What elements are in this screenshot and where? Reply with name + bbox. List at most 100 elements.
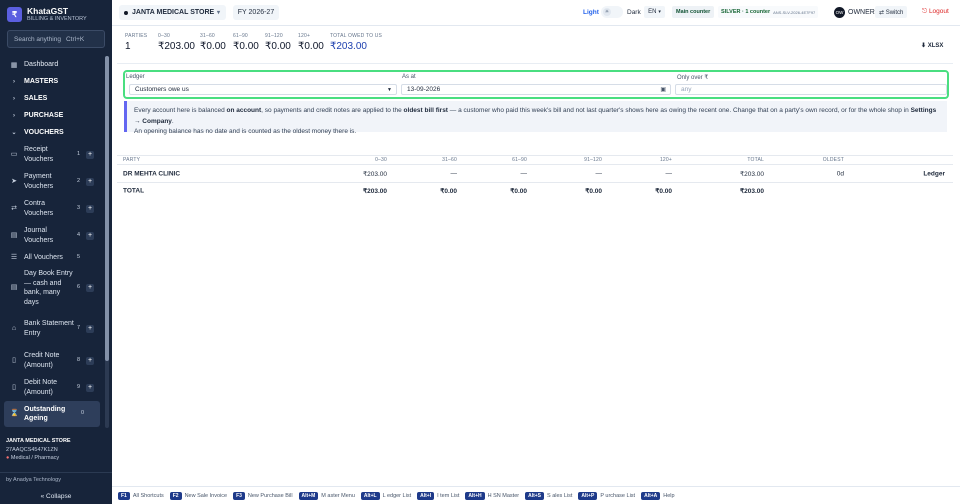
shortcut-new-sale[interactable]: F2 New Sale Invoice	[169, 491, 227, 500]
summary-strip: PARTIES 1 0–30 ₹203.00 31–60 ₹0.00 61–90…	[117, 33, 953, 59]
add-day-book-button[interactable]: +	[86, 284, 94, 292]
language-selector[interactable]: EN ▾	[644, 6, 665, 18]
sidebar: ₹ KhataGST BILLING & INVENTORY Search an…	[0, 0, 112, 504]
store-selector[interactable]: JANTA MEDICAL STORE ▾	[119, 5, 226, 20]
chevron-down-icon: ▼	[387, 86, 392, 93]
only-over-amount-input[interactable]: any	[675, 84, 947, 95]
sidebar-section-masters[interactable]: › MASTERS	[0, 73, 104, 90]
sidebar-item-bank-statement[interactable]: ⌂ Bank Statement Entry 7 +	[0, 310, 104, 347]
shortcut-ledger-list[interactable]: Alt+L L edger List	[360, 491, 412, 500]
ledger-link[interactable]: Ledger	[923, 170, 945, 177]
stat-parties: PARTIES 1	[125, 33, 147, 52]
divider	[117, 63, 953, 64]
shortcut-help[interactable]: Alt+A Help	[641, 491, 675, 500]
switch-button[interactable]: ⇄ Switch	[875, 6, 908, 18]
ledger-label: Ledger	[126, 74, 145, 80]
receipt-icon: ▭	[10, 150, 18, 158]
sidebar-item-debit-note[interactable]: ▯ Debit Note (Amount) 9 +	[0, 374, 104, 401]
store-selector-label: JANTA MEDICAL STORE	[132, 9, 215, 16]
export-xlsx-button[interactable]: ⬇ XLSX	[921, 42, 943, 49]
info-line-1: Every account here is balanced on accoun…	[134, 107, 937, 125]
total-label: TOTAL	[123, 187, 145, 195]
shortcut-number: 4	[77, 231, 81, 238]
add-journal-button[interactable]: +	[86, 231, 94, 240]
chevron-down-icon: ⌄	[11, 130, 17, 136]
sidebar-item-payment-vouchers[interactable]: ➤ Payment Vouchers 2 +	[0, 168, 104, 195]
as-at-date-value: 13-09-2026	[407, 86, 441, 93]
column-header: 0–30	[375, 157, 387, 163]
sidebar-item-receipt-vouchers[interactable]: ▭ Receipt Vouchers 1 +	[0, 141, 104, 168]
shortcut-purchase-list[interactable]: Alt+P P urchase List	[578, 491, 635, 500]
add-credit-note-button[interactable]: +	[86, 356, 94, 365]
search-input[interactable]: Search anything Ctrl+K	[7, 30, 105, 48]
shortcut-hsn-master[interactable]: Alt+H H SN Master	[465, 491, 520, 500]
chevron-down-icon: ▾	[658, 9, 661, 15]
shortcut-label: M aster Menu	[321, 492, 355, 499]
shortcut-sales-list[interactable]: Alt+S S ales List	[525, 491, 572, 500]
logout-button[interactable]: ⎋ Logout	[918, 6, 953, 18]
sidebar-item-day-book[interactable]: ▤ Day Book Entry — cash and bank, many d…	[0, 266, 104, 310]
avatar[interactable]: OW	[834, 7, 845, 18]
add-bank-statement-button[interactable]: +	[86, 324, 94, 333]
sidebar-item-outstanding-ageing[interactable]: ⌛ Outstanding Ageing 0	[4, 401, 100, 427]
sidebar-section-sales[interactable]: › SALES	[0, 90, 104, 107]
calendar-icon[interactable]: ▣	[660, 86, 666, 93]
collapse-button[interactable]: « Collapse	[0, 493, 112, 500]
by-line: by Anadya Technology	[6, 477, 61, 483]
add-receipt-button[interactable]: +	[86, 150, 94, 159]
sidebar-section-vouchers[interactable]: ⌄ VOUCHERS	[0, 124, 104, 141]
sidebar-section-label: MASTERS	[24, 78, 59, 85]
cell-61-90: —	[520, 170, 528, 177]
total-31-60: ₹0.00	[440, 188, 457, 195]
swap-icon: ⇄	[11, 204, 17, 212]
stat-label: 91–120	[265, 33, 283, 39]
sidebar-item-label: Credit Note (Amount)	[24, 352, 60, 369]
shortcut-key: F1	[118, 491, 130, 500]
sidebar-section-label: SALES	[24, 95, 48, 102]
sidebar-item-label: Contra Vouchers	[24, 200, 54, 217]
as-at-date-input[interactable]: 13-09-2026 ▣	[401, 84, 671, 95]
stat-value: ₹0.00	[200, 41, 226, 52]
cell-31-60: —	[450, 170, 458, 177]
stat-label: 120+	[298, 33, 311, 39]
ledger-select-value: Customers owe us	[135, 86, 189, 93]
shortcut-master-menu[interactable]: Alt+M M aster Menu	[298, 491, 355, 500]
scrollbar-thumb[interactable]	[105, 56, 109, 361]
shortcut-label: L edger List	[382, 492, 412, 499]
fiscal-year-selector[interactable]: FY 2026-27	[233, 5, 279, 20]
column-header: 61–90	[512, 157, 527, 163]
stat-value: ₹0.00	[265, 41, 291, 52]
store-dot-icon	[124, 10, 128, 15]
table-row[interactable]: DR MEHTA CLINIC ₹203.00 — — — — ₹203.00 …	[117, 165, 953, 183]
add-debit-note-button[interactable]: +	[86, 383, 94, 392]
pill-icon: ●	[6, 455, 10, 461]
filters-panel: Ledger Customers owe us ▼ As at 13-09-20…	[123, 70, 949, 99]
sidebar-item-all-vouchers[interactable]: ☰ All Vouchers 5	[0, 249, 104, 266]
shortcut-label: Help	[663, 492, 675, 499]
ledger-select[interactable]: Customers owe us ▼	[129, 84, 397, 95]
chevron-down-icon: ▾	[216, 10, 220, 16]
shortcut-all[interactable]: F1 All Shortcuts	[118, 491, 164, 500]
theme-toggle[interactable]: ☀	[601, 6, 623, 18]
shortcut-key: F3	[233, 491, 245, 500]
sidebar-item-credit-note[interactable]: ▯ Credit Note (Amount) 8 +	[0, 347, 104, 374]
shortcut-item-list[interactable]: Alt+I I tem List	[417, 491, 459, 500]
stat-value: ₹0.00	[298, 41, 324, 52]
shortcut-key: Alt+H	[465, 491, 485, 500]
add-contra-button[interactable]: +	[86, 204, 94, 213]
sidebar-section-purchase[interactable]: › PURCHASE	[0, 107, 104, 124]
sidebar-item-journal-vouchers[interactable]: ▤ Journal Vouchers 4 +	[0, 222, 104, 249]
add-payment-button[interactable]: +	[86, 177, 94, 186]
sidebar-scrollbar[interactable]	[105, 56, 109, 428]
sidebar-item-contra-vouchers[interactable]: ⇄ Contra Vouchers 3 +	[0, 195, 104, 222]
counter-badge[interactable]: Main counter	[672, 6, 715, 18]
brand[interactable]: ₹ KhataGST BILLING & INVENTORY	[7, 6, 87, 23]
theme-light-label[interactable]: Light	[583, 9, 599, 16]
info-line-2: An opening balance has no date and is co…	[134, 128, 357, 135]
shortcut-label: H SN Master	[487, 492, 520, 499]
only-over-label: Only over ₹	[677, 75, 709, 81]
store-gstin: 27AAQCS4547K1ZN	[6, 446, 58, 453]
shortcut-new-purchase[interactable]: F3 New Purchase Bill	[233, 491, 293, 500]
sidebar-item-dashboard[interactable]: ▦ Dashboard	[0, 56, 104, 73]
theme-dark-label[interactable]: Dark	[627, 9, 641, 16]
